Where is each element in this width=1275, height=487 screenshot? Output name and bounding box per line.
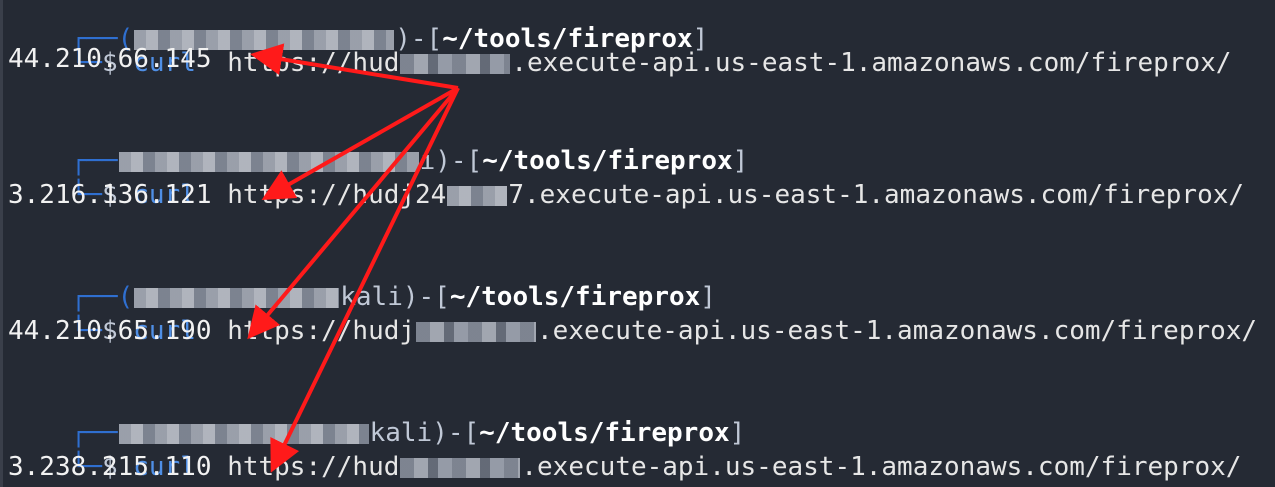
- url-prefix: https://hud: [227, 48, 400, 78]
- url-suffix: .execute-api.us-east-1.amazonaws.com/fir…: [521, 452, 1242, 482]
- redacted-url-id: [447, 185, 508, 206]
- window-edge: [0, 0, 3, 487]
- prompt-header-line: ┌── kali)-[~/tools/fireprox]: [8, 382, 746, 448]
- command-line[interactable]: └─$ curl https://hudj .execute-api.us-eas…: [8, 280, 1257, 346]
- redacted-url-id: [400, 457, 521, 478]
- prompt-header-line: ┌── i)-[~/tools/fireprox]: [8, 110, 749, 176]
- command-line[interactable]: └─$ curl https://hud .execute-api.us-east…: [8, 12, 1232, 78]
- output-ip: 44.210.66.145: [8, 44, 212, 74]
- command-line[interactable]: └─$ curl https://hudj24 7.execute-api.us-…: [8, 144, 1244, 210]
- prompt-header-line: ┌──(kali)-[~/tools/fireprox]: [8, 246, 716, 312]
- redacted-url-id: [400, 53, 511, 74]
- url-prefix: https://hudj24: [227, 180, 447, 210]
- url-prefix: https://hudj: [227, 316, 416, 346]
- redacted-url-id: [416, 321, 537, 342]
- url-suffix: .execute-api.us-east-1.amazonaws.com/fir…: [537, 316, 1258, 346]
- url-prefix: https://hud: [227, 452, 400, 482]
- url-suffix: .execute-api.us-east-1.amazonaws.com/fir…: [511, 48, 1232, 78]
- output-ip: 3.216.136.121: [8, 180, 212, 210]
- command-line[interactable]: └─$ curl https://hud .execute-api.us-east…: [8, 416, 1242, 482]
- output-ip: 3.238.215.110: [8, 452, 212, 482]
- url-suffix: 7.execute-api.us-east-1.amazonaws.com/fi…: [508, 180, 1245, 210]
- terminal-window[interactable]: ┌──()-[~/tools/fireprox] └─$ curl https:…: [0, 0, 1275, 487]
- output-ip: 44.210.65.190: [8, 316, 212, 346]
